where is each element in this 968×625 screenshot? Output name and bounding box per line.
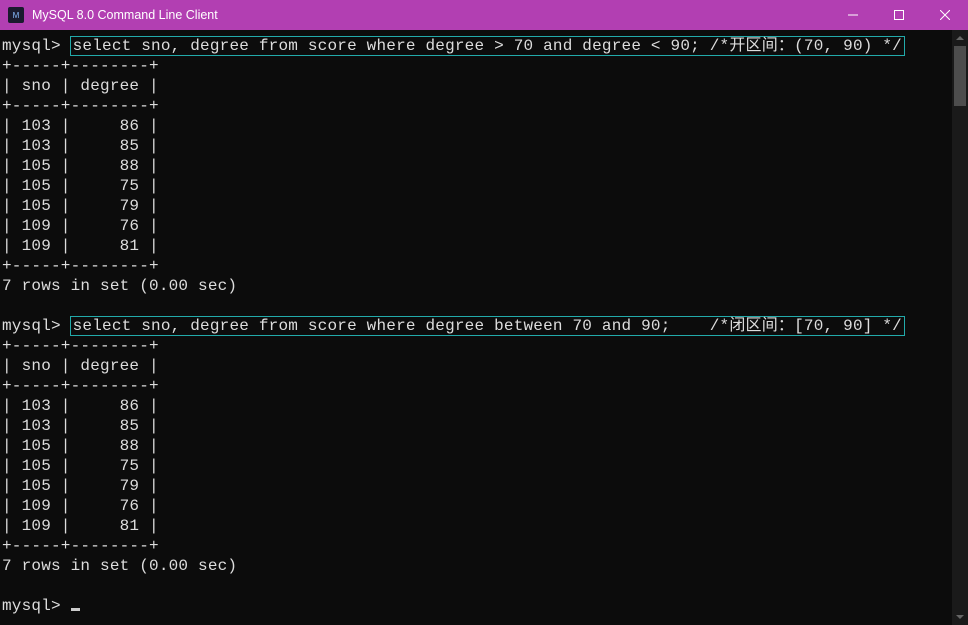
table-row: | 105 | 79 | <box>2 476 950 496</box>
maximize-button[interactable] <box>876 0 922 30</box>
chevron-down-icon <box>956 613 964 621</box>
cursor <box>71 608 80 611</box>
table-row: | 109 | 76 | <box>2 496 950 516</box>
query-2: select sno, degree from score where degr… <box>70 316 905 336</box>
prompt: mysql> <box>2 317 61 335</box>
minimize-button[interactable] <box>830 0 876 30</box>
app-icon-label: M <box>13 11 20 20</box>
table-border: +-----+--------+ <box>2 536 950 556</box>
table-border: +-----+--------+ <box>2 256 950 276</box>
prompt: mysql> <box>2 37 61 55</box>
scroll-thumb[interactable] <box>954 46 966 106</box>
window-buttons <box>830 0 968 30</box>
title-bar[interactable]: M MySQL 8.0 Command Line Client <box>0 0 968 30</box>
terminal-content[interactable]: mysql> select sno, degree from score whe… <box>0 30 952 625</box>
table-border: +-----+--------+ <box>2 96 950 116</box>
blank-line <box>2 296 950 316</box>
table-row: | 109 | 81 | <box>2 236 950 256</box>
table-row: | 109 | 81 | <box>2 516 950 536</box>
minimize-icon <box>848 10 858 20</box>
table-row: | 103 | 86 | <box>2 116 950 136</box>
window-title: MySQL 8.0 Command Line Client <box>30 8 830 22</box>
scroll-up-button[interactable] <box>952 30 968 46</box>
client-area: mysql> select sno, degree from score whe… <box>0 30 968 625</box>
table-border: +-----+--------+ <box>2 336 950 356</box>
table-row: | 105 | 75 | <box>2 456 950 476</box>
scroll-down-button[interactable] <box>952 609 968 625</box>
close-button[interactable] <box>922 0 968 30</box>
table-header: | sno | degree | <box>2 76 950 96</box>
rowcount-msg: 7 rows in set (0.00 sec) <box>2 556 950 576</box>
table-row: | 103 | 85 | <box>2 416 950 436</box>
prompt-line: mysql> select sno, degree from score whe… <box>2 316 950 336</box>
app-icon: M <box>8 7 24 23</box>
table-row: | 105 | 79 | <box>2 196 950 216</box>
prompt: mysql> <box>2 597 61 615</box>
query-1: select sno, degree from score where degr… <box>70 36 905 56</box>
vertical-scrollbar[interactable] <box>952 30 968 625</box>
app-window: M MySQL 8.0 Command Line Client mysql> s… <box>0 0 968 625</box>
table-border: +-----+--------+ <box>2 376 950 396</box>
rowcount-msg: 7 rows in set (0.00 sec) <box>2 276 950 296</box>
maximize-icon <box>894 10 904 20</box>
table-header: | sno | degree | <box>2 356 950 376</box>
table-row: | 109 | 76 | <box>2 216 950 236</box>
table-row: | 103 | 86 | <box>2 396 950 416</box>
blank-line <box>2 576 950 596</box>
prompt-line: mysql> select sno, degree from score whe… <box>2 36 950 56</box>
table-row: | 105 | 88 | <box>2 436 950 456</box>
close-icon <box>940 10 950 20</box>
scroll-track[interactable] <box>952 46 968 609</box>
table-border: +-----+--------+ <box>2 56 950 76</box>
prompt-line-current[interactable]: mysql> <box>2 596 950 616</box>
table-row: | 105 | 88 | <box>2 156 950 176</box>
chevron-up-icon <box>956 34 964 42</box>
table-row: | 103 | 85 | <box>2 136 950 156</box>
table-row: | 105 | 75 | <box>2 176 950 196</box>
